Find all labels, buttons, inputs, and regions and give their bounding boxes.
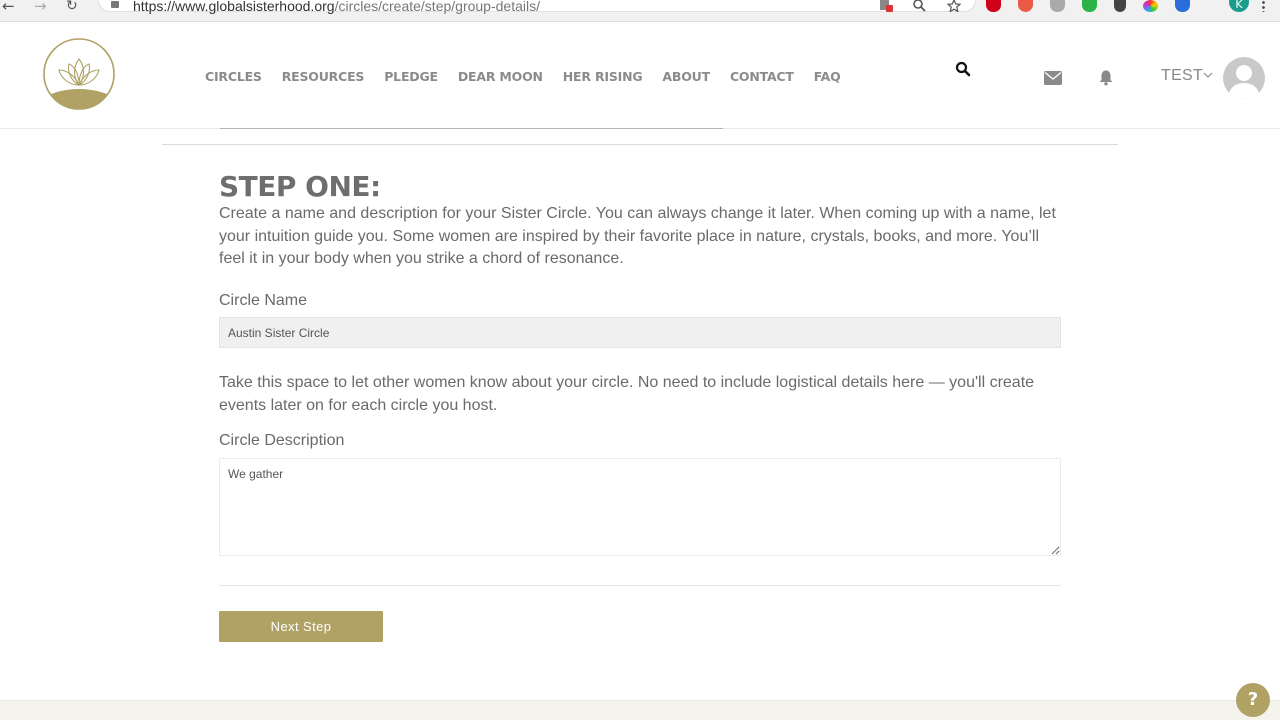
url-host: https://www.globalsisterhood.org: [133, 0, 335, 14]
site-header: CIRCLES RESOURCES PLEDGE DEAR MOON HER R…: [0, 23, 1280, 129]
url-path: /circles/create/step/group-details/: [334, 0, 540, 14]
nav-faq[interactable]: FAQ: [814, 69, 841, 84]
form-divider: [219, 585, 1061, 586]
notification-bell-icon[interactable]: [1098, 69, 1114, 86]
browser-profile-avatar[interactable]: K: [1229, 0, 1249, 12]
todoist-extension-icon[interactable]: [1018, 0, 1033, 12]
circle-name-label: Circle Name: [219, 292, 308, 309]
url-text: https://www.globalsisterhood.org/circles…: [133, 0, 540, 13]
forward-arrow-icon[interactable]: →: [34, 0, 47, 14]
resize-handle-icon[interactable]: [1051, 546, 1060, 555]
circle-description-textarea[interactable]: We gather: [219, 458, 1061, 556]
help-button[interactable]: ?: [1236, 683, 1270, 717]
back-arrow-icon[interactable]: ←: [2, 0, 15, 14]
reload-icon[interactable]: ↻: [66, 0, 78, 13]
zoom-icon[interactable]: [913, 0, 927, 12]
evernote-extension-icon[interactable]: [1082, 0, 1097, 12]
cast-extension-icon[interactable]: [1175, 0, 1190, 12]
default-user-icon: [1229, 65, 1259, 99]
blocked-popup-icon[interactable]: [879, 0, 893, 12]
lock-icon: [111, 1, 119, 8]
color-picker-extension-icon[interactable]: [1143, 0, 1158, 12]
nav-her-rising[interactable]: HER RISING: [563, 69, 643, 84]
extension-icon[interactable]: [1050, 0, 1065, 12]
next-step-button[interactable]: Next Step: [219, 611, 383, 642]
nav-circles[interactable]: CIRCLES: [205, 69, 262, 84]
step-title: STEP ONE:: [219, 170, 381, 203]
nav-dear-moon[interactable]: DEAR MOON: [458, 69, 543, 84]
description-help-text: Take this space to let other women know …: [219, 374, 1035, 414]
browser-toolbar: ← → ↻ https://www.globalsisterhood.org/c…: [0, 0, 1280, 22]
nav-pledge[interactable]: PLEDGE: [384, 69, 438, 84]
chevron-down-icon[interactable]: [1203, 71, 1213, 79]
global-sisterhood-logo[interactable]: [42, 37, 116, 111]
step-progress-bar: [220, 128, 723, 129]
nav-contact[interactable]: CONTACT: [730, 69, 794, 84]
pinterest-extension-icon[interactable]: [986, 0, 1001, 12]
footer-strip: [0, 700, 1280, 720]
mail-icon[interactable]: [1044, 71, 1062, 85]
search-icon[interactable]: [955, 61, 971, 77]
nav-about[interactable]: ABOUT: [662, 69, 710, 84]
font-extension-icon[interactable]: [1114, 0, 1126, 12]
circle-description-label: Circle Description: [219, 432, 345, 449]
step-intro-text: Create a name and description for your S…: [219, 205, 1056, 267]
address-bar[interactable]: https://www.globalsisterhood.org/circles…: [98, 0, 976, 13]
circle-name-input[interactable]: [219, 317, 1061, 348]
avatar[interactable]: [1223, 57, 1265, 99]
content-divider: [162, 144, 1118, 145]
bookmark-star-icon[interactable]: [947, 0, 961, 12]
user-menu-name[interactable]: TEST: [1161, 67, 1203, 85]
nav-resources[interactable]: RESOURCES: [282, 69, 365, 84]
main-nav: CIRCLES RESOURCES PLEDGE DEAR MOON HER R…: [205, 69, 841, 84]
browser-menu-icon[interactable]: [1262, 0, 1265, 12]
